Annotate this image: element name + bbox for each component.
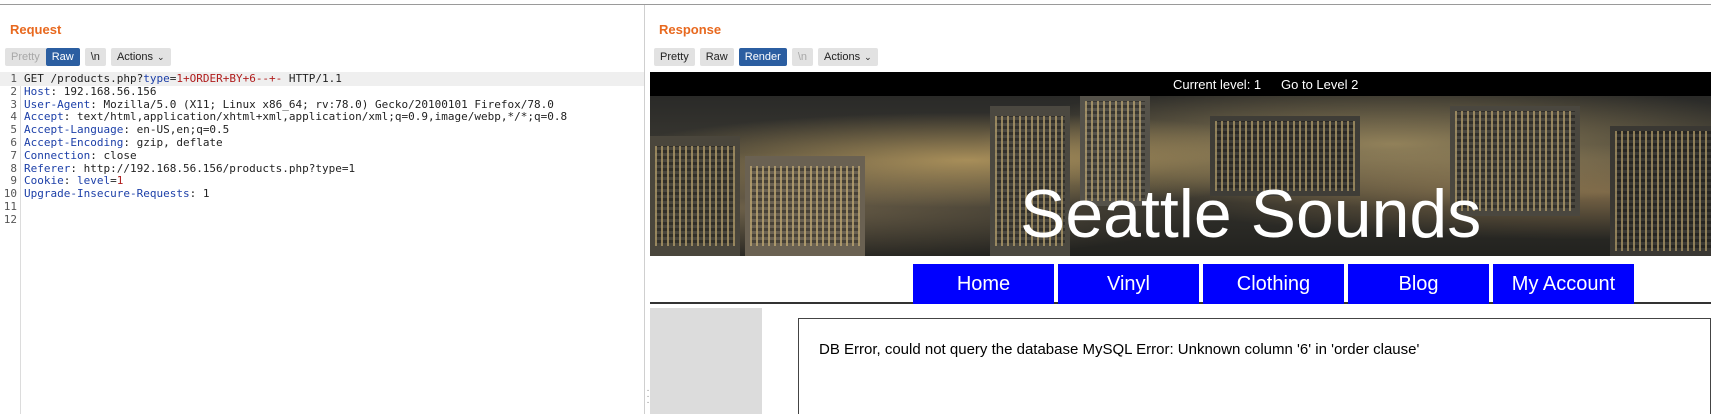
token: Upgrade-Insecure-Requests: [24, 187, 190, 201]
site-navigation: Home Vinyl Clothing Blog My Account: [650, 262, 1711, 304]
site-sidebar: [650, 308, 762, 414]
response-newline-button[interactable]: \n: [791, 48, 814, 66]
request-pretty-button[interactable]: Pretty: [5, 48, 46, 66]
token: : http://192.168.56.156/products.php?typ…: [70, 161, 356, 175]
token: Accept-Language: [24, 123, 124, 137]
response-actions-button[interactable]: Actions ⌄: [818, 48, 878, 66]
token: : Mozilla/5.0 (X11; Linux x86_64; rv:78.…: [90, 97, 554, 111]
request-actions-button[interactable]: Actions ⌄: [110, 48, 171, 66]
token: : text/html,application/xhtml+xml,applic…: [63, 110, 568, 124]
content-box: DB Error, could not query the database M…: [798, 318, 1711, 414]
request-pane: Request Pretty Raw \n Actions ⌄ 1 GET /pr…: [0, 5, 645, 414]
request-toolbar: Pretty Raw \n Actions ⌄: [5, 48, 171, 66]
banner-title: Seattle Sounds: [1020, 176, 1482, 252]
token: level: [77, 174, 111, 188]
token: : close: [90, 148, 137, 162]
line-number: 12: [3, 212, 17, 226]
token: Referer: [24, 161, 71, 175]
code-line[interactable]: 12: [0, 213, 644, 227]
token: HTTP/1.1: [282, 72, 342, 85]
response-actions-label: Actions: [824, 51, 861, 63]
response-pretty-button[interactable]: Pretty: [654, 48, 695, 66]
token: Connection: [24, 148, 91, 162]
token: 1+ORDER+BY+6--+-: [176, 72, 283, 85]
chevron-down-icon: ⌄: [864, 52, 872, 62]
token: : en-US,en;q=0.5: [123, 123, 230, 137]
db-error-message: DB Error, could not query the database M…: [819, 341, 1420, 358]
request-newline-button[interactable]: \n: [84, 48, 106, 66]
rendered-response-view: Current level: 1 Go to Level 2 Seattle S…: [650, 72, 1711, 414]
token: : gzip, deflate: [123, 136, 223, 149]
nav-item-home[interactable]: Home: [913, 264, 1054, 304]
request-raw-button[interactable]: Raw: [45, 48, 80, 66]
token: Cookie: [24, 174, 64, 188]
response-toolbar: Pretty Raw Render \n Actions ⌄: [654, 48, 878, 66]
token: Host: [24, 84, 51, 98]
response-raw-button[interactable]: Raw: [699, 48, 734, 66]
request-actions-label: Actions: [116, 51, 154, 63]
response-pane: Response Pretty Raw Render \n Actions ⌄ …: [646, 5, 1711, 414]
city-banner-image: Seattle Sounds: [650, 96, 1711, 256]
site-top-bar: Current level: 1 Go to Level 2: [650, 72, 1711, 96]
nav-item-blog[interactable]: Blog: [1348, 264, 1489, 304]
request-editor[interactable]: 1 GET /products.php?type = 1+ORDER+BY+6--+-…: [0, 72, 644, 414]
nav-item-vinyl[interactable]: Vinyl: [1058, 264, 1199, 304]
token: type: [143, 72, 170, 85]
nav-item-clothing[interactable]: Clothing: [1203, 264, 1344, 304]
token: =: [110, 174, 117, 188]
token: 1: [116, 174, 124, 188]
response-title: Response: [659, 22, 722, 37]
token: :: [63, 174, 77, 188]
nav-items: Home Vinyl Clothing Blog My Account: [913, 264, 1634, 304]
token: Accept: [24, 110, 64, 124]
token: : 192.168.56.156: [50, 84, 157, 98]
token: Accept-Encoding: [24, 136, 124, 149]
request-title: Request: [10, 22, 62, 37]
token: User-Agent: [24, 97, 91, 111]
current-level-text: Current level: 1: [1173, 77, 1262, 92]
go-to-level-link[interactable]: Go to Level 2: [1281, 77, 1358, 92]
token: : 1: [189, 187, 210, 201]
response-render-button[interactable]: Render: [738, 48, 787, 66]
token: GET /products.php?: [24, 72, 144, 85]
chevron-down-icon: ⌄: [157, 52, 165, 62]
nav-item-my-account[interactable]: My Account: [1493, 264, 1634, 304]
